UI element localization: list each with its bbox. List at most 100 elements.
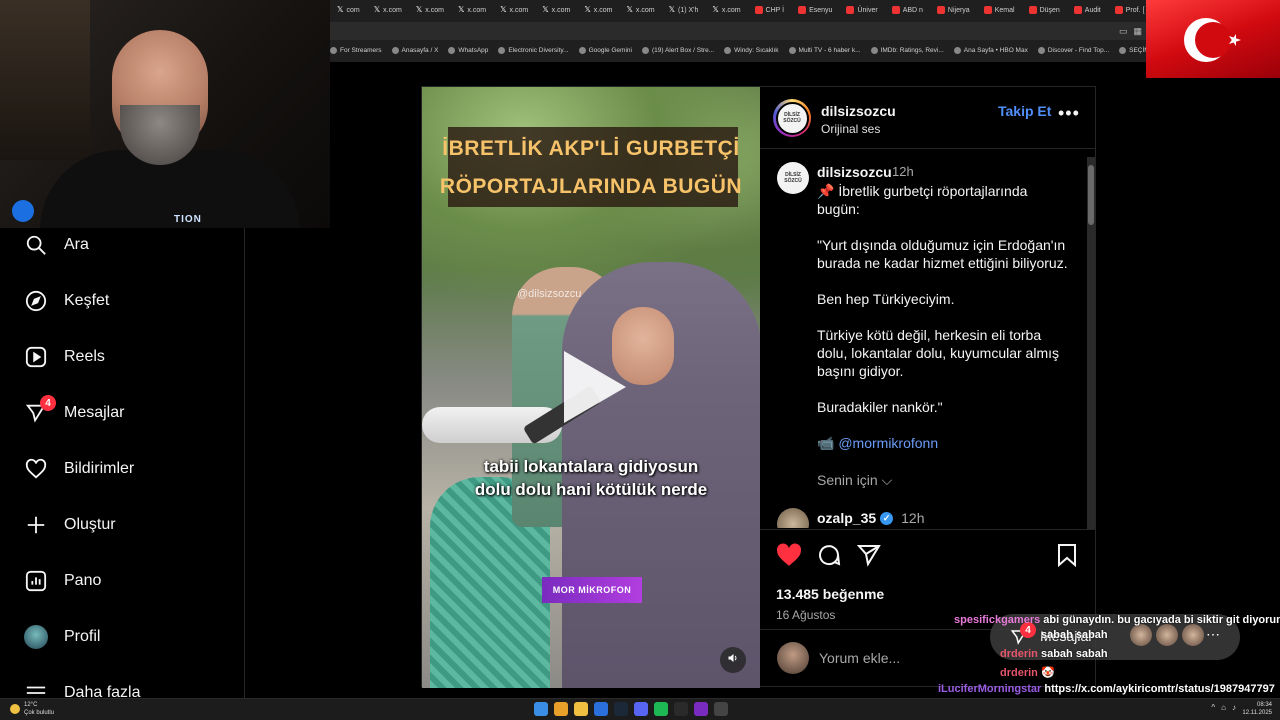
bookmark-item[interactable]: (19) Alert Box / Stre... [641,46,714,54]
bookmark-item[interactable]: Google Gemini [578,46,632,54]
x-icon: 𝕏 [337,5,344,14]
comment-input[interactable]: Yorum ekle... [819,650,900,666]
extensions-icon[interactable]: ▦ [1133,26,1142,37]
screenshot-icon[interactable]: ▭ [1119,26,1128,37]
browser-tab[interactable]: Kemal [979,2,1020,18]
dashboard-icon [24,569,48,593]
sidebar-item-notifications[interactable]: Bildirimler [24,457,134,481]
browser-tab[interactable]: 𝕏x.com [369,2,407,18]
bookmark-item[interactable]: Multi TV - 6 haber k... [788,46,861,54]
bookmark-item[interactable]: WhatsApp [448,46,488,54]
send-icon [856,543,881,572]
browser-tab[interactable]: 𝕏x.com [707,2,745,18]
sidebar-item-search[interactable]: Ara [24,233,89,257]
obs-icon[interactable] [714,702,728,716]
sidebar-item-messages[interactable]: 4 Mesajlar [24,395,124,425]
browser-tab[interactable]: 𝕏x.com [579,2,617,18]
browser-tab[interactable]: 𝕏x.com [453,2,491,18]
news-icon [754,6,763,14]
plus-icon [24,513,48,537]
system-clock[interactable]: 08:34 12.11.2025 [1242,701,1272,717]
browser-tab[interactable]: 𝕏 (1) X'h [664,2,704,18]
save-button[interactable] [1054,543,1080,572]
chevron-up-icon[interactable]: ^ [1211,703,1215,712]
browser-tab[interactable]: CHP İ [750,2,790,18]
browser-tab[interactable]: 𝕏x.com [621,2,659,18]
bookmark-item[interactable]: Anasayfa / X [391,46,438,54]
bookmark-label: Ana Sayfa • HBO Max [963,46,1028,54]
sidebar-item-dashboard[interactable]: Pano [24,569,101,593]
tab-label: x.com [551,6,571,14]
volume-button[interactable] [720,647,746,673]
likes-count[interactable]: 13.485 beğenme [776,586,884,602]
share-button[interactable] [856,544,882,570]
browser-tab[interactable]: 𝕏x.com [411,2,449,18]
bookmark-item[interactable]: For Streamers [330,46,382,54]
caption-avatar[interactable]: DİLSİZ SÖZCÜ [777,162,809,194]
discord-icon[interactable] [634,702,648,716]
chat-username: spesifickgamers [954,614,1041,626]
bookmark-label: Google Gemini [588,46,632,54]
volume-icon[interactable]: ♪ [1232,703,1236,712]
weather-widget[interactable]: 12°C Çok bulutlu [10,701,54,717]
start-icon[interactable] [534,702,548,716]
browser-tab[interactable]: Üniver [841,2,882,18]
browser-tab[interactable]: 𝕏x.com [495,2,533,18]
bookmark-item[interactable]: Discover - Find Top... [1037,46,1109,54]
caption-scrollbar[interactable] [1087,157,1095,529]
comment-avatar[interactable] [777,508,809,528]
news-icon [936,6,945,14]
tab-label: Audit [1084,6,1101,14]
bookmark-item[interactable]: Electronic Diversity... [498,46,569,54]
browser-tab[interactable]: Prof. [ [1110,2,1146,18]
author-username[interactable]: dilsizsozcu [821,103,896,119]
browser-tab[interactable]: 𝕏com [332,2,365,18]
browser-tab[interactable]: Düşen [1024,2,1065,18]
compass-icon [24,289,48,313]
like-button[interactable] [776,543,802,570]
original-audio-link[interactable]: Orijinal ses [821,122,880,136]
mention-link[interactable]: @mormikrofonn [838,435,938,451]
bookmark-item[interactable]: IMDb: Ratings, Revi... [870,46,944,54]
reel-video[interactable]: İBRETLİK AKP'Lİ GURBETÇİ RÖPORTAJLARINDA… [422,87,760,688]
caption-username[interactable]: dilsizsozcu [817,164,892,180]
bookmark-item[interactable]: SEÇİM SONUÇLARI... [1119,46,1146,54]
edge-icon[interactable] [594,702,608,716]
comment-button[interactable] [816,544,842,570]
comment-username[interactable]: ozalp_35 [817,510,876,526]
caption-line: dolu, lokantalar dolu, kuyumcular almış [817,345,1060,361]
tab-bar: 𝕏com 𝕏x.com 𝕏x.com 𝕏x.com 𝕏x.com 𝕏x.com 𝕏x.com… [330,0,1146,20]
play-icon[interactable] [564,351,626,423]
browser-tab[interactable]: Nijerya [932,2,975,18]
chrome-icon[interactable] [554,702,568,716]
browser-tab[interactable]: Audit [1069,2,1106,18]
author-avatar[interactable]: DİLSİZ SÖZCÜ [773,99,811,137]
video-channel-logo: MOR MİKROFON [542,577,642,603]
sidebar-item-label: Profil [64,628,101,645]
bookmark-item[interactable]: Ana Sayfa • HBO Max [953,46,1028,54]
scrollbar-thumb[interactable] [1088,165,1094,225]
for-you-toggle[interactable]: Senin için ⌵ [817,472,892,489]
sidebar-item-explore[interactable]: Keşfet [24,289,109,313]
folder-icon[interactable] [574,702,588,716]
steam-icon[interactable] [614,702,628,716]
sidebar-item-label: Oluştur [64,516,116,533]
browser-tab[interactable]: 𝕏x.com [537,2,575,18]
x-icon: 𝕏 [500,5,507,14]
address-bar[interactable] [330,22,1146,40]
follow-button[interactable]: Takip Et [998,103,1051,119]
kick-icon[interactable] [694,702,708,716]
sidebar-item-reels[interactable]: Reels [24,345,105,369]
chat-message: spesifickgamers abi günaydın. bu gacıyad… [954,614,1280,626]
browser-tab[interactable]: ABD n [887,2,928,18]
spotify-icon[interactable] [654,702,668,716]
sidebar-item-create[interactable]: Oluştur [24,513,116,537]
sidebar-item-profile[interactable]: Profil [24,625,100,649]
bookmark-icon [1057,543,1077,572]
bookmark-item[interactable]: Windy: Sıcaklık [724,46,779,54]
more-options-icon[interactable]: ••• [1058,103,1080,124]
network-icon[interactable]: ⌂ [1221,703,1226,712]
webcam-background-shelf [0,0,90,160]
browser-tab[interactable]: Esenyu [793,2,837,18]
epic-games-icon[interactable] [674,702,688,716]
